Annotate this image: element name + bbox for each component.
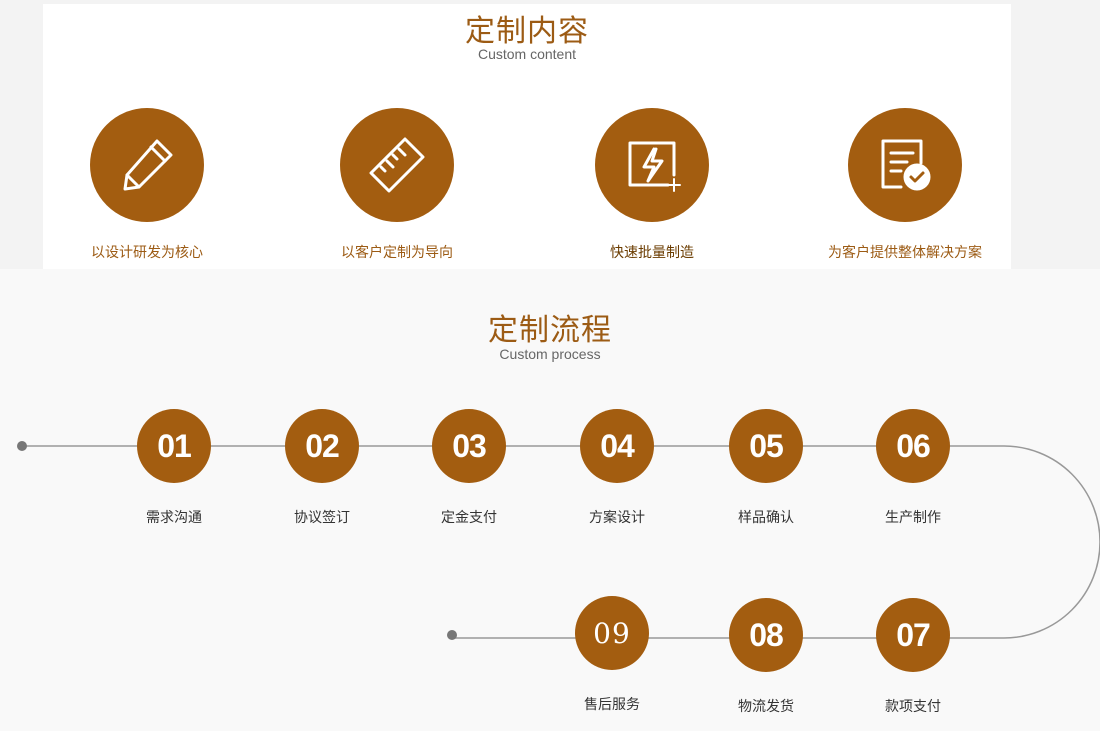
step-label: 样品确认 — [738, 510, 794, 526]
feature-circle — [340, 108, 454, 222]
feature-design: 以设计研发为核心 — [27, 108, 267, 262]
step-07: 07 款项支付 — [853, 598, 973, 716]
feature-circle — [595, 108, 709, 222]
feature-custom: 以客户定制为导向 — [277, 108, 517, 262]
step-number: 01 — [137, 409, 211, 483]
pencil-icon — [123, 139, 173, 191]
step-number: 04 — [580, 409, 654, 483]
step-04: 04 方案设计 — [557, 409, 677, 527]
custom-content-section: 定制内容 Custom content 以设计研发为核心 以客户定制为导向 快速… — [43, 4, 1011, 269]
feature-circle — [90, 108, 204, 222]
step-01: 01 需求沟通 — [114, 409, 234, 527]
step-number: 07 — [876, 598, 950, 672]
step-label: 定金支付 — [441, 510, 497, 526]
step-number: 05 — [729, 409, 803, 483]
step-number: 03 — [432, 409, 506, 483]
step-number: 08 — [729, 598, 803, 672]
feature-label: 以设计研发为核心 — [91, 245, 203, 261]
step-label: 协议签订 — [294, 510, 350, 526]
content-subtitle: Custom content — [477, 46, 577, 62]
step-number: 09 — [575, 596, 649, 670]
step-label: 款项支付 — [885, 699, 941, 715]
step-number: 06 — [876, 409, 950, 483]
step-label: 生产制作 — [885, 510, 941, 526]
feature-fast: 快速批量制造 — [532, 108, 772, 262]
content-title: 定制内容 — [465, 14, 589, 49]
step-03: 03 定金支付 — [409, 409, 529, 527]
custom-process-section: 定制流程 Custom process 01 需求沟通 02 协议签订 03 定… — [0, 269, 1100, 731]
step-number: 02 — [285, 409, 359, 483]
step-label: 物流发货 — [738, 699, 794, 715]
step-08: 08 物流发货 — [706, 598, 826, 716]
feature-solution: 为客户提供整体解决方案 — [785, 108, 1025, 262]
step-label: 售后服务 — [584, 697, 640, 713]
feature-circle — [848, 108, 962, 222]
feature-label: 快速批量制造 — [610, 245, 694, 261]
step-06: 06 生产制作 — [853, 409, 973, 527]
step-label: 方案设计 — [589, 510, 645, 526]
feature-label: 以客户定制为导向 — [341, 245, 453, 261]
feature-label: 为客户提供整体解决方案 — [828, 245, 982, 261]
checklist-icon — [881, 139, 931, 191]
step-05: 05 样品确认 — [706, 409, 826, 527]
ruler-icon — [369, 137, 425, 193]
step-09: 09 售后服务 — [552, 596, 672, 714]
step-label: 需求沟通 — [146, 510, 202, 526]
lightning-icon — [628, 141, 681, 192]
step-02: 02 协议签订 — [262, 409, 382, 527]
